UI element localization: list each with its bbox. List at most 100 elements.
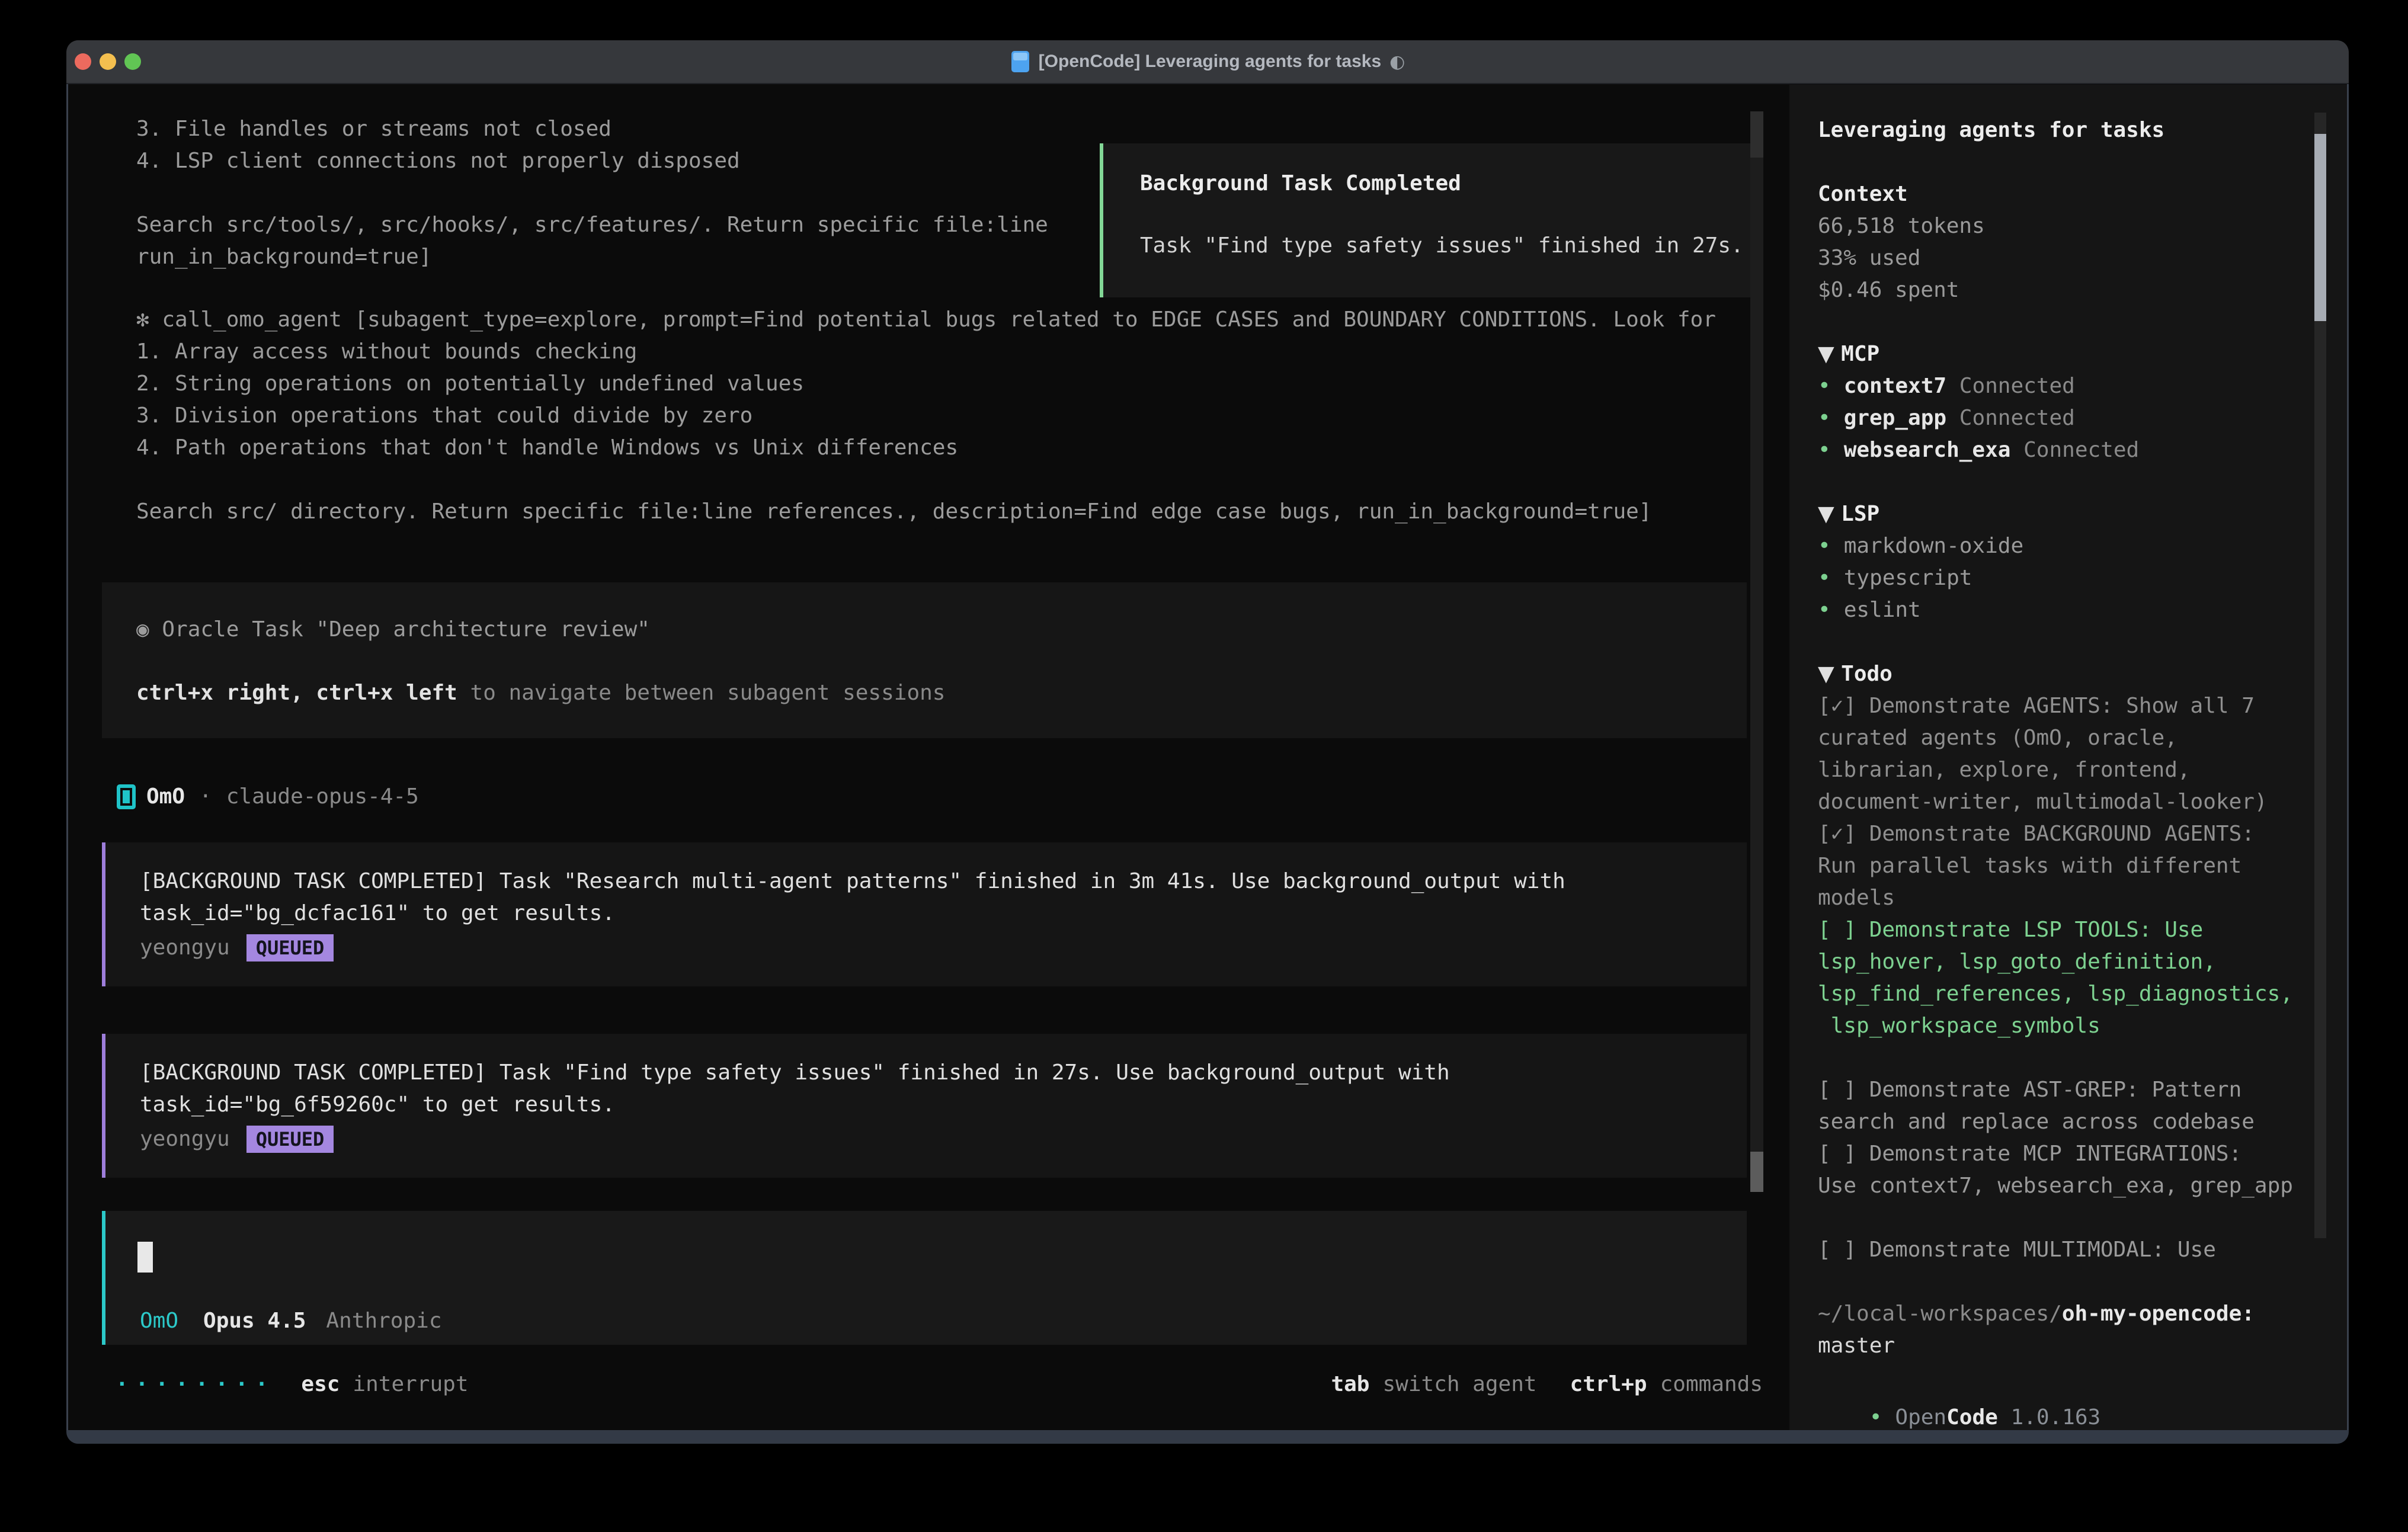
todo-item-line: Use context7, websearch_exa, grep_app (1818, 1170, 2327, 1202)
separator-dot: · (199, 781, 212, 813)
tool-call-icon: ✻ (136, 307, 162, 332)
model-row: OmO Opus 4.5 Anthropic (140, 1305, 442, 1337)
sidebar-mcp-item: • grep_app Connected (1818, 402, 2327, 434)
todo-item-line: models (1818, 882, 2327, 914)
window-title: [OpenCode] Leveraging agents for tasks (1039, 52, 1381, 72)
status-dot-icon: • (1869, 1405, 1882, 1430)
sidebar-context-stat: 66,518 tokens (1818, 210, 2327, 242)
todo-item-line: curated agents (OmO, oracle, (1818, 722, 2327, 754)
transcript-line: Search src/tools/, src/hooks/, src/featu… (136, 209, 1048, 241)
section-heading: LSP (1841, 502, 1879, 526)
mcp-name: grep_app (1844, 406, 1959, 430)
todo-item-line: Run parallel tasks with different (1818, 850, 2327, 882)
sidebar-section-lsp[interactable]: ▼ LSP (1818, 498, 2327, 530)
lsp-name: typescript (1844, 566, 1972, 590)
omo-agent-icon (117, 784, 136, 809)
transcript-line: 4. LSP client connections not properly d… (136, 145, 740, 177)
background-task-notification: Background Task Completed Task "Find typ… (1100, 143, 1754, 297)
keybind-hint-text: to navigate between subagent sessions (457, 681, 946, 705)
sidebar-mcp-item: •websearch_exa Connected (1818, 434, 2327, 466)
background-task-message: [BACKGROUND TASK COMPLETED] Task "Resear… (102, 842, 1747, 986)
agent-name: OmO (146, 781, 185, 813)
message-author: yeongyu (140, 932, 230, 964)
transcript-line: 2. String operations on potentially unde… (136, 368, 804, 400)
chat-scrollbar-track[interactable] (1750, 111, 1763, 1192)
sidebar-lsp-item: •eslint (1818, 594, 2327, 626)
sidebar-lsp-item: • typescript (1818, 562, 2327, 594)
message-line: [BACKGROUND TASK COMPLETED] Task "Resear… (140, 866, 1565, 898)
path-prefix: ~/local-workspaces/ (1818, 1302, 2062, 1326)
todo-item-line: lsp_find_references, lsp_diagnostics, (1818, 978, 2327, 1010)
sidebar-context-stat: $0.46 spent (1818, 274, 2327, 306)
spinner-dots-icon: ········ (116, 1368, 275, 1400)
queued-badge: QUEUED (246, 934, 334, 961)
message-meta: yeongyu QUEUED (140, 1123, 334, 1155)
prompt-input[interactable]: OmO Opus 4.5 Anthropic (102, 1211, 1747, 1345)
green-dot-icon: • (1818, 406, 1831, 430)
version-row: •OpenCode 1.0.163 (1818, 1370, 2100, 1402)
minimize-button[interactable] (100, 53, 116, 70)
todo-item-line: [✓] Demonstrate AGENTS: Show all 7 (1818, 690, 2327, 722)
sidebar-scrollbar-thumb[interactable] (2314, 134, 2326, 321)
queued-badge: QUEUED (246, 1126, 334, 1153)
chat-scrollbar-thumb[interactable] (1750, 1152, 1763, 1192)
agent-header: OmO · claude-opus-4-5 (117, 781, 419, 813)
version-prefix: Open (1895, 1405, 1946, 1430)
message-meta: yeongyu QUEUED (140, 932, 334, 964)
chevron-down-icon: ▼ (1818, 662, 1841, 686)
message-line: task_id="bg_6f59260c" to get results. (140, 1089, 615, 1121)
todo-item-line: [ ] Demonstrate LSP TOOLS: Use (1818, 914, 2327, 946)
todo-item-line: [ ] Demonstrate MULTIMODAL: Use (1818, 1234, 2327, 1266)
sidebar-section-todo[interactable]: ▼ Todo (1818, 658, 2327, 690)
document-icon (1010, 50, 1030, 73)
section-heading: Todo (1841, 662, 1893, 686)
sidebar-section-mcp[interactable]: ▼ MCP (1818, 338, 2327, 370)
mcp-status: Connected (2023, 438, 2139, 462)
green-dot-icon: • (1818, 566, 1831, 590)
titlebar[interactable]: [OpenCode] Leveraging agents for tasks ◐ (66, 40, 2349, 84)
mcp-name: context7 (1844, 374, 1959, 398)
mcp-status: Connected (1959, 406, 2075, 430)
text-cursor (137, 1242, 153, 1273)
sidebar-context-heading: Context (1818, 178, 2327, 210)
zoom-button[interactable] (124, 53, 141, 70)
repo-name: oh-my-opencode: (2062, 1302, 2255, 1326)
section-heading: MCP (1841, 342, 1879, 366)
input-provider: Anthropic (326, 1305, 441, 1337)
session-sidebar: Leveraging agents for tasks Context66,518… (1818, 114, 2327, 1362)
sidebar-session-title: Leveraging agents for tasks (1818, 114, 2327, 146)
close-button[interactable] (75, 53, 91, 70)
input-agent-label: OmO (140, 1305, 178, 1337)
message-author: yeongyu (140, 1123, 230, 1155)
sidebar-gap (1818, 1042, 2327, 1074)
todo-item-line: search and replace across codebase (1818, 1106, 2327, 1138)
chat-scrollbar-thumb-top[interactable] (1750, 111, 1763, 158)
sidebar-gap (1818, 146, 2327, 178)
green-dot-icon: • (1818, 598, 1831, 622)
version-number: 1.0.163 (1998, 1405, 2100, 1430)
agent-model: claude-opus-4-5 (226, 781, 419, 813)
esc-key-label: interrupt (353, 1368, 468, 1400)
transcript-line: 3. File handles or streams not closed (136, 113, 611, 145)
keybind-ctrl-x: ctrl+x right, ctrl+x left (136, 681, 457, 705)
transcript-line: ✻ call_omo_agent [subagent_type=explore,… (136, 304, 1716, 336)
oracle-task-label: ◉ Oracle Task "Deep architecture review" (136, 614, 650, 646)
transcript-line: 3. Division operations that could divide… (136, 400, 752, 432)
transcript-line: run_in_background=true] (136, 241, 432, 273)
transcript-line: 1. Array access without bounds checking (136, 336, 637, 368)
sidebar-workspace-path: ~/local-workspaces/oh-my-opencode: (1818, 1298, 2327, 1330)
sidebar-mcp-item: •context7 Connected (1818, 370, 2327, 402)
todo-item-line: document-writer, multimodal-looker) (1818, 786, 2327, 818)
sidebar-branch: master (1818, 1330, 2327, 1362)
todo-item-line: [✓] Demonstrate BACKGROUND AGENTS: (1818, 818, 2327, 850)
todo-item-line: lsp_hover, lsp_goto_definition, (1818, 946, 2327, 978)
sidebar-gap (1818, 1202, 2327, 1234)
sidebar-gap (1818, 466, 2327, 498)
oracle-task-panel[interactable]: ◉ Oracle Task "Deep architecture review"… (102, 582, 1747, 738)
chevron-down-icon: ▼ (1818, 342, 1841, 366)
mcp-name: websearch_exa (1844, 438, 2023, 462)
tab-key-label: switch agent (1382, 1368, 1536, 1400)
message-line: [BACKGROUND TASK COMPLETED] Task "Find t… (140, 1057, 1450, 1089)
input-model-name: Opus 4.5 (203, 1305, 306, 1337)
status-right: tab switch agent ctrl+p commands (1331, 1368, 1763, 1400)
